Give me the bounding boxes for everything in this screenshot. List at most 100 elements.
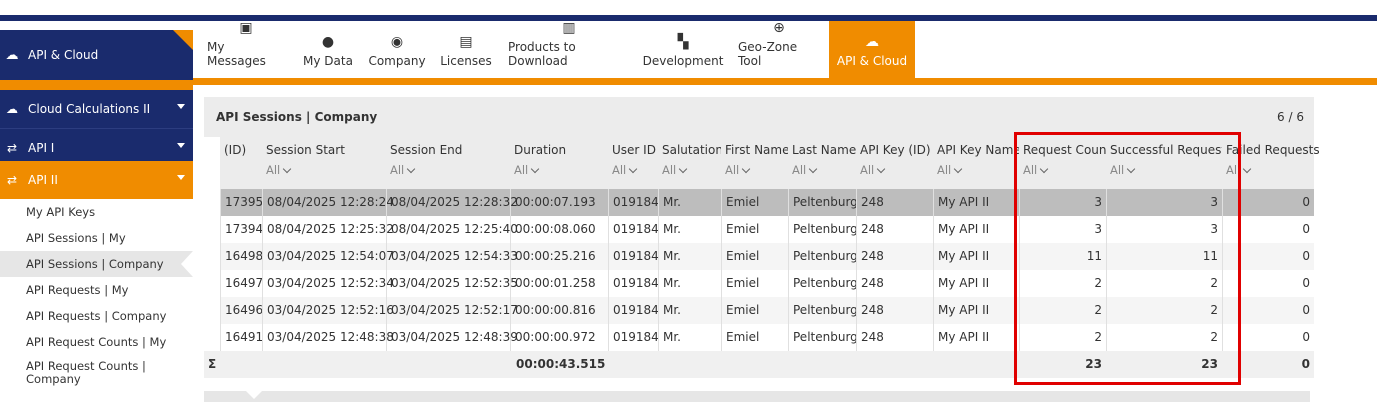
cloud-icon: ☁: [5, 47, 19, 63]
filter-label: All: [612, 163, 627, 177]
chevron-down-icon: [742, 164, 751, 174]
sidebar-subitem-api-sessions-my[interactable]: API Sessions | My: [0, 225, 193, 251]
sidebar-subitem-api-requests-company[interactable]: API Requests | Company: [0, 303, 193, 329]
filter-label: All: [937, 163, 952, 177]
cell-salutation: Mr.: [658, 243, 721, 270]
chevron-down-icon: [1243, 164, 1252, 174]
tab-api-cloud[interactable]: ☁ API & Cloud: [829, 21, 915, 78]
filter-label: All: [662, 163, 677, 177]
filter-label: All: [390, 163, 405, 177]
tab-geo-zone-tool[interactable]: ⊕ Geo-Zone Tool: [738, 20, 820, 78]
cell-first-name: Emiel: [721, 270, 788, 297]
cell-api-key-name: My API II: [933, 216, 1019, 243]
sidebar-corner-marker: [173, 30, 193, 50]
column-title: Session End: [390, 143, 463, 157]
column-filter[interactable]: All: [662, 163, 688, 177]
cell-session-end: 03/04/2025 12:54:33: [386, 243, 518, 270]
cell-api-key-name: My API II: [933, 324, 1019, 351]
tab-company[interactable]: ◉ Company: [368, 21, 425, 78]
modules-icon: ▚: [677, 34, 689, 50]
tab-my-data[interactable]: ● My Data: [298, 21, 358, 78]
column-title: User ID: [612, 143, 656, 157]
chevron-down-icon: [954, 164, 963, 174]
cell-last-name: Peltenburg: [788, 270, 858, 297]
cell-first-name: Emiel: [721, 324, 788, 351]
api-icon: ⇄: [6, 140, 18, 155]
cell-last-name: Peltenburg: [788, 189, 858, 216]
column-header-duration[interactable]: Duration All: [510, 137, 608, 189]
column-filter[interactable]: All: [792, 163, 818, 177]
column-header-session-start[interactable]: Session Start All: [262, 137, 386, 189]
sidebar-subitem-api-request-counts-company[interactable]: API Request Counts | Company: [0, 355, 193, 391]
sidebar-subitem-my-api-keys[interactable]: My API Keys: [0, 199, 193, 225]
column-filter[interactable]: All: [390, 163, 416, 177]
sidebar-item-api-ii[interactable]: ⇄ API II: [0, 161, 193, 199]
chevron-down-icon: [531, 164, 540, 174]
column-header-session-end[interactable]: Session End All: [386, 137, 510, 189]
cell-first-name: Emiel: [721, 297, 788, 324]
column-header-user-id[interactable]: User ID All: [608, 137, 658, 189]
cell-salutation: Mr.: [658, 216, 721, 243]
column-filter[interactable]: All: [266, 163, 292, 177]
sidebar-subitem-api-requests-my[interactable]: API Requests | My: [0, 277, 193, 303]
column-header-id[interactable]: (ID): [220, 137, 262, 189]
cell-duration: 00:00:01.258: [510, 270, 608, 297]
chevron-down-icon: [679, 164, 688, 174]
cell-api-key-name: My API II: [933, 270, 1019, 297]
column-header-api-key-id[interactable]: API Key (ID) All: [856, 137, 933, 189]
column-filter[interactable]: All: [514, 163, 540, 177]
filter-label: All: [725, 163, 740, 177]
column-title: Session Start: [266, 143, 345, 157]
column-filter[interactable]: All: [937, 163, 963, 177]
sidebar-header-api-cloud[interactable]: ☁ API & Cloud: [0, 30, 193, 80]
globe-icon: ⊕: [773, 20, 785, 36]
cell-session-end: 08/04/2025 12:25:40: [386, 216, 518, 243]
column-filter[interactable]: All: [860, 163, 886, 177]
tab-development[interactable]: ▚ Development: [643, 21, 724, 78]
cell-session-start: 08/04/2025 12:28:24: [262, 189, 394, 216]
column-filter[interactable]: All: [725, 163, 751, 177]
panel-header: API Sessions | Company 6 / 6: [204, 97, 1314, 137]
cell-api-key-id: 248: [856, 270, 933, 297]
column-header-salutation[interactable]: Salutation All: [658, 137, 723, 189]
sidebar: ☁ API & Cloud ☁ Cloud Calculations II ⇄ …: [0, 30, 193, 402]
cell-session-end: 03/04/2025 12:52:17: [386, 297, 518, 324]
sidebar-subitem-api-sessions-company[interactable]: API Sessions | Company: [0, 251, 193, 277]
books-icon: ▥: [562, 20, 576, 36]
cell-salutation: Mr.: [658, 324, 721, 351]
column-title: API Key (ID): [860, 143, 931, 157]
cloud-upload-icon: ☁: [6, 102, 18, 116]
cell-id: 16496: [220, 297, 263, 324]
cell-id: 16497: [220, 270, 263, 297]
tab-my-messages[interactable]: ▣ My Messages: [207, 20, 285, 78]
column-filter[interactable]: All: [612, 163, 638, 177]
chevron-down-icon: [629, 164, 638, 174]
cell-duration: 00:00:25.216: [510, 243, 608, 270]
tab-products-to-download[interactable]: ▥ Products to Download: [508, 20, 630, 78]
filter-label: All: [792, 163, 807, 177]
cell-duration: 00:00:08.060: [510, 216, 608, 243]
top-nav-tabs: ▣ My Messages ● My Data ◉ Company ▤ Lice…: [193, 20, 1377, 78]
tab-licenses[interactable]: ▤ Licenses: [438, 21, 494, 78]
column-title: Salutation: [662, 143, 723, 157]
chevron-down-icon: [177, 104, 185, 109]
column-header-first-name[interactable]: First Name All: [721, 137, 790, 189]
cell-duration: 00:00:00.972: [510, 324, 608, 351]
license-icon: ▤: [459, 34, 473, 50]
chevron-down-icon: [407, 164, 416, 174]
column-title: (ID): [224, 143, 247, 157]
column-header-last-name[interactable]: Last Name All: [788, 137, 856, 189]
cell-id: 17395: [220, 189, 263, 216]
column-header-api-key-name[interactable]: API Key Name All: [933, 137, 1021, 189]
sum-symbol: Σ: [208, 357, 217, 371]
cell-api-key-id: 248: [856, 324, 933, 351]
cell-duration: 00:00:00.816: [510, 297, 608, 324]
cloud-icon: ☁: [865, 34, 879, 50]
chevron-down-icon: [877, 164, 886, 174]
cell-api-key-id: 248: [856, 243, 933, 270]
cell-user-id: 019184: [608, 270, 659, 297]
cell-salutation: Mr.: [658, 189, 721, 216]
column-title: First Name: [725, 143, 790, 157]
sidebar-item-cloud-calculations[interactable]: ☁ Cloud Calculations II: [0, 90, 193, 128]
sidebar-subitem-api-request-counts-my[interactable]: API Request Counts | My: [0, 329, 193, 355]
